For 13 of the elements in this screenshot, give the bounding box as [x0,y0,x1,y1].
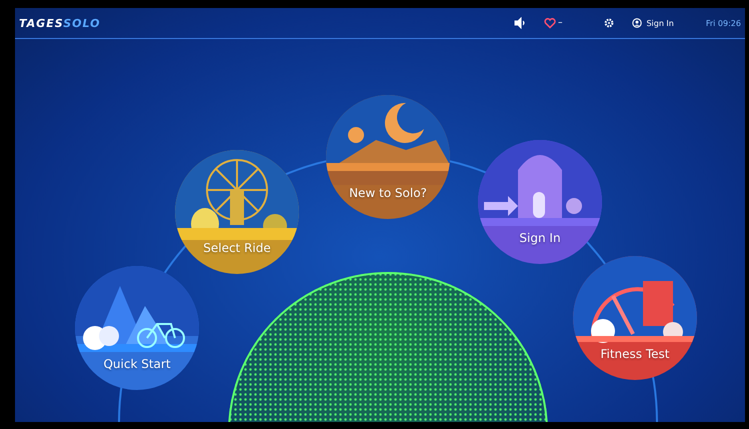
menu-tile[interactable]: New to Solo? [326,95,450,219]
logo: TAGESSOLO [19,16,100,30]
menu-tile[interactable]: Select Ride [175,150,299,274]
user-icon [632,18,642,28]
speaker-icon[interactable] [514,17,526,29]
sign-in-button[interactable]: Sign In [632,18,674,28]
menu-tile[interactable]: Sign In [478,140,602,264]
heart-rate-value: – [558,18,562,28]
menu-tile[interactable]: Quick Start [75,266,199,390]
clock: Fri 09:26 [706,18,741,28]
settings-icon[interactable] [604,18,614,28]
heart-icon[interactable] [544,17,556,29]
menu-tile[interactable]: Fitness Test [573,256,697,380]
